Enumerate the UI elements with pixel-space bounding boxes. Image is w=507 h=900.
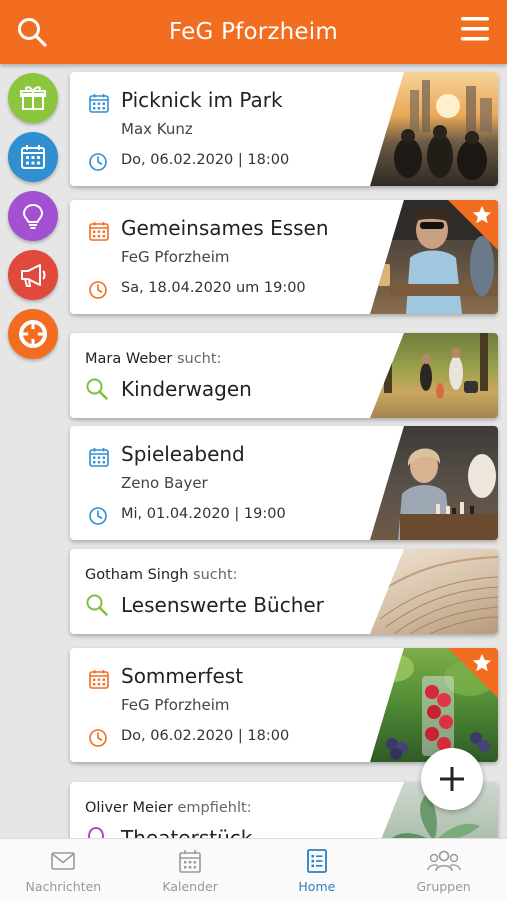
event-host: Zeno Bayer xyxy=(121,474,208,492)
calendar-icon xyxy=(179,850,201,873)
idea-action-button[interactable] xyxy=(8,191,58,241)
search-photo xyxy=(370,333,498,418)
tab-calendar[interactable]: Kalender xyxy=(127,839,254,900)
calendar-icon xyxy=(21,145,45,169)
request-verb: sucht: xyxy=(176,351,222,367)
star-icon xyxy=(472,205,492,224)
event-host: Max Kunz xyxy=(121,120,193,138)
tab-home[interactable]: Home xyxy=(254,839,381,900)
event-card[interactable]: Picknick im Park Max Kunz Do, 06.02.2020… xyxy=(70,72,498,186)
tab-messages[interactable]: Nachrichten xyxy=(0,839,127,900)
recommend-verb: empfiehlt: xyxy=(177,800,252,816)
tab-home-label: Home xyxy=(298,879,336,894)
app-header: FeG Pforzheim xyxy=(0,0,507,64)
event-host: FeG Pforzheim xyxy=(121,248,230,266)
event-card-featured[interactable]: Sommerfest FeG Pforzheim Do, 06.02.2020 … xyxy=(70,648,498,762)
lightbulb-icon xyxy=(22,203,44,229)
clock-icon xyxy=(89,153,107,171)
event-date: Mi, 01.04.2020 | 19:00 xyxy=(121,506,286,522)
calendar-icon xyxy=(89,670,109,689)
calendar-icon xyxy=(89,448,109,467)
event-photo xyxy=(370,72,498,186)
requester: Gotham Singh sucht: xyxy=(85,567,238,583)
recommender-name: Oliver Meier xyxy=(85,800,173,816)
tab-groups-label: Gruppen xyxy=(416,879,471,894)
event-title: Sommerfest xyxy=(121,664,244,688)
gift-icon xyxy=(20,86,46,110)
requester-name: Mara Weber xyxy=(85,351,173,367)
calendar-icon xyxy=(89,94,109,113)
search-request-card[interactable]: Mara Weber sucht: Kinderwagen xyxy=(70,333,498,418)
event-title: Spieleabend xyxy=(121,442,245,466)
requester: Mara Weber sucht: xyxy=(85,351,221,367)
calendar-icon xyxy=(89,222,109,241)
search-icon[interactable] xyxy=(16,16,48,48)
calendar-action-button[interactable] xyxy=(8,132,58,182)
event-card-featured[interactable]: Gemeinsames Essen FeG Pforzheim Sa, 18.0… xyxy=(70,200,498,314)
tab-messages-label: Nachrichten xyxy=(25,879,102,894)
event-host: FeG Pforzheim xyxy=(121,696,230,714)
bottom-navigation: Nachrichten Kalender Home Gruppen xyxy=(0,838,507,900)
event-date: Do, 06.02.2020 | 18:00 xyxy=(121,152,290,168)
requester-name: Gotham Singh xyxy=(85,567,189,583)
search-request-card[interactable]: Gotham Singh sucht: Lesenswerte Bücher xyxy=(70,549,498,634)
envelope-icon xyxy=(51,852,76,870)
tab-calendar-label: Kalender xyxy=(162,879,218,894)
page-title: FeG Pforzheim xyxy=(169,19,338,45)
search-query: Kinderwagen xyxy=(121,377,252,401)
clock-icon xyxy=(89,507,107,525)
search-photo xyxy=(370,549,498,634)
event-photo xyxy=(370,426,498,540)
event-date: Sa, 18.04.2020 um 19:00 xyxy=(121,280,306,296)
tab-groups[interactable]: Gruppen xyxy=(380,839,507,900)
magnifier-icon xyxy=(86,378,108,400)
add-button[interactable] xyxy=(421,748,483,810)
group-icon xyxy=(426,850,461,872)
search-query: Lesenswerte Bücher xyxy=(121,593,324,617)
megaphone-icon xyxy=(21,264,46,287)
plus-icon xyxy=(440,767,464,791)
announce-action-button[interactable] xyxy=(8,250,58,300)
event-card[interactable]: Spieleabend Zeno Bayer Mi, 01.04.2020 | … xyxy=(70,426,498,540)
request-verb: sucht: xyxy=(193,567,238,583)
star-icon xyxy=(472,653,492,672)
clock-icon xyxy=(89,281,107,299)
event-date: Do, 06.02.2020 | 18:00 xyxy=(121,728,290,744)
lifebuoy-icon xyxy=(19,320,47,348)
magnifier-icon xyxy=(86,594,108,616)
hamburger-menu-icon[interactable] xyxy=(459,14,491,44)
help-action-button[interactable] xyxy=(8,309,58,359)
home-list-icon xyxy=(306,849,327,873)
recommender: Oliver Meier empfiehlt: xyxy=(85,800,252,816)
clock-icon xyxy=(89,729,107,747)
gift-action-button[interactable] xyxy=(8,73,58,123)
event-title: Gemeinsames Essen xyxy=(121,216,329,240)
event-title: Picknick im Park xyxy=(121,88,283,112)
